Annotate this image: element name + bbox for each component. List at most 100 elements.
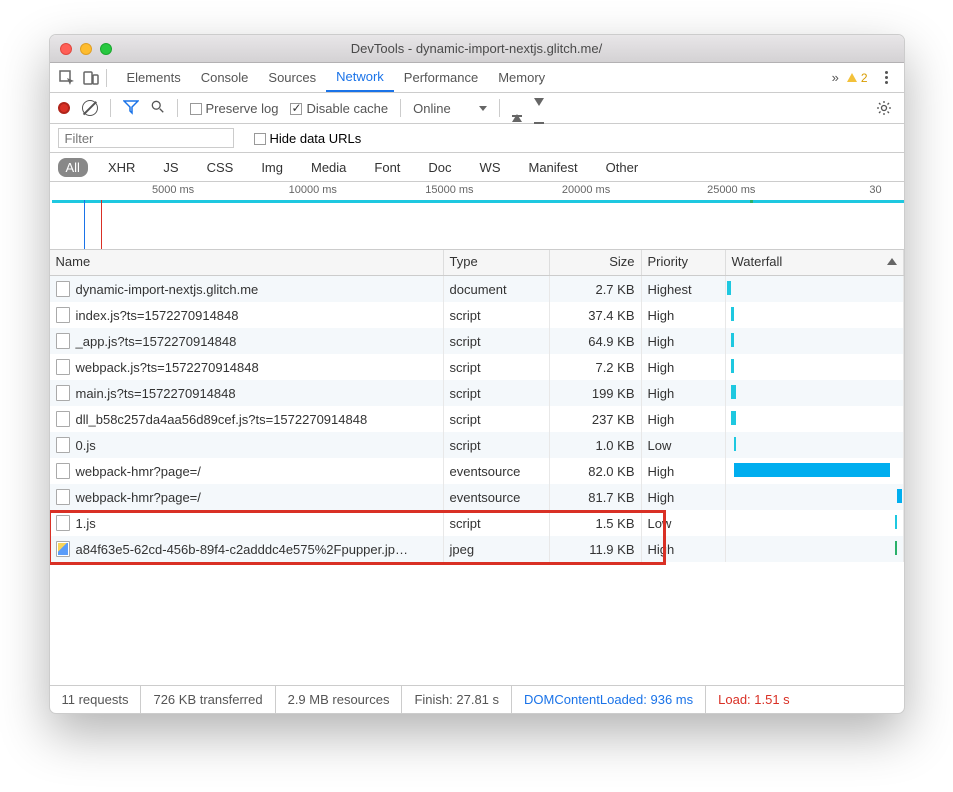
file-icon <box>56 281 70 297</box>
filter-types: All XHR JS CSS Img Media Font Doc WS Manifest Othe… <box>50 153 904 182</box>
table-row[interactable]: index.js?ts=1572270914848script37.4 KBHi… <box>50 302 904 328</box>
tab-sources[interactable]: Sources <box>258 63 326 92</box>
table-row[interactable]: webpack-hmr?page=/eventsource81.7 KBHigh <box>50 484 904 510</box>
network-toolbar: Preserve log Disable cache Online <box>50 93 904 124</box>
request-name: _app.js?ts=1572270914848 <box>76 334 237 349</box>
file-icon <box>56 463 70 479</box>
inspect-element-icon[interactable] <box>58 69 76 87</box>
col-header-waterfall[interactable]: Waterfall <box>726 250 904 275</box>
request-name: dll_b58c257da4aa56d89cef.js?ts=157227091… <box>76 412 368 427</box>
table-row[interactable]: webpack.js?ts=1572270914848script7.2 KBH… <box>50 354 904 380</box>
request-priority: High <box>642 328 726 354</box>
tab-console[interactable]: Console <box>191 63 259 92</box>
filter-type-ws[interactable]: WS <box>472 158 509 177</box>
table-row[interactable]: 0.jsscript1.0 KBLow <box>50 432 904 458</box>
sort-indicator-icon <box>887 258 897 265</box>
waterfall-cell <box>726 354 904 380</box>
request-name: 1.js <box>76 516 96 531</box>
request-type: script <box>444 406 550 432</box>
filter-type-css[interactable]: CSS <box>199 158 242 177</box>
more-panels-icon[interactable]: » <box>824 70 847 85</box>
table-row[interactable]: a84f63e5-62cd-456b-89f4-c2adddc4e575%2Fp… <box>50 536 904 562</box>
request-name: webpack.js?ts=1572270914848 <box>76 360 259 375</box>
timeline-tick: 5000 ms <box>152 184 194 196</box>
clear-button[interactable] <box>82 100 98 116</box>
col-header-size[interactable]: Size <box>550 250 642 275</box>
status-resources: 2.9 MB resources <box>276 686 403 713</box>
record-button[interactable] <box>58 102 70 114</box>
table-row[interactable]: webpack-hmr?page=/ eventsource82.0 KBHigh <box>50 458 904 484</box>
timeline-tick: 20000 ms <box>562 184 610 196</box>
filter-type-other[interactable]: Other <box>598 158 647 177</box>
request-priority: Highest <box>642 276 726 302</box>
waterfall-cell <box>726 302 904 328</box>
disable-cache-checkbox[interactable]: Disable cache <box>290 101 388 116</box>
minimize-window-button[interactable] <box>80 43 92 55</box>
request-size: 199 KB <box>550 380 642 406</box>
request-size: 237 KB <box>550 406 642 432</box>
request-priority: High <box>642 458 726 484</box>
waterfall-cell <box>726 406 904 432</box>
filter-type-doc[interactable]: Doc <box>420 158 459 177</box>
waterfall-cell <box>726 432 904 458</box>
filter-type-media[interactable]: Media <box>303 158 354 177</box>
request-size: 11.9 KB <box>550 536 642 562</box>
upload-icon[interactable] <box>512 99 522 117</box>
tab-memory[interactable]: Memory <box>488 63 555 92</box>
request-size: 2.7 KB <box>550 276 642 302</box>
request-size: 1.5 KB <box>550 510 642 536</box>
waterfall-cell <box>726 328 904 354</box>
request-type: eventsource <box>444 458 550 484</box>
grid-body: dynamic-import-nextjs.glitch.medocument2… <box>50 276 904 685</box>
throttle-select[interactable]: Online <box>413 101 487 116</box>
tab-network[interactable]: Network <box>326 63 394 92</box>
col-header-type[interactable]: Type <box>444 250 550 275</box>
request-type: script <box>444 328 550 354</box>
tab-performance[interactable]: Performance <box>394 63 488 92</box>
settings-menu-icon[interactable] <box>878 71 896 84</box>
timeline-overview[interactable]: 5000 ms10000 ms15000 ms20000 ms25000 ms3… <box>50 182 904 250</box>
table-row[interactable]: _app.js?ts=1572270914848script64.9 KBHig… <box>50 328 904 354</box>
filter-type-all[interactable]: All <box>58 158 88 177</box>
close-window-button[interactable] <box>60 43 72 55</box>
timeline-tick: 10000 ms <box>289 184 337 196</box>
file-icon <box>56 307 70 323</box>
request-grid: Name Type Size Priority Waterfall dynami… <box>50 250 904 685</box>
tab-elements[interactable]: Elements <box>117 63 191 92</box>
network-settings-icon[interactable] <box>876 100 892 116</box>
waterfall-cell <box>726 458 904 484</box>
request-priority: High <box>642 380 726 406</box>
request-priority: Low <box>642 510 726 536</box>
col-header-priority[interactable]: Priority <box>642 250 726 275</box>
device-toolbar-icon[interactable] <box>82 69 100 87</box>
status-dcl: DOMContentLoaded: 936 ms <box>512 686 706 713</box>
status-load: Load: 1.51 s <box>706 686 802 713</box>
search-icon[interactable] <box>151 100 165 117</box>
maximize-window-button[interactable] <box>100 43 112 55</box>
filter-type-img[interactable]: Img <box>253 158 291 177</box>
request-size: 81.7 KB <box>550 484 642 510</box>
request-size: 7.2 KB <box>550 354 642 380</box>
col-header-name[interactable]: Name <box>50 250 444 275</box>
preserve-log-checkbox[interactable]: Preserve log <box>190 101 279 116</box>
table-row[interactable]: dynamic-import-nextjs.glitch.medocument2… <box>50 276 904 302</box>
table-row[interactable]: 1.jsscript1.5 KBLow <box>50 510 904 536</box>
warning-icon <box>847 73 857 82</box>
request-size: 82.0 KB <box>550 458 642 484</box>
waterfall-cell <box>726 276 904 302</box>
table-row[interactable]: main.js?ts=1572270914848script199 KBHigh <box>50 380 904 406</box>
waterfall-cell <box>726 484 904 510</box>
filter-input[interactable] <box>58 128 234 148</box>
request-size: 37.4 KB <box>550 302 642 328</box>
filter-type-font[interactable]: Font <box>366 158 408 177</box>
download-icon[interactable] <box>534 106 544 111</box>
filter-type-xhr[interactable]: XHR <box>100 158 143 177</box>
filter-toggle-icon[interactable] <box>123 99 139 118</box>
table-row[interactable]: dll_b58c257da4aa56d89cef.js?ts=157227091… <box>50 406 904 432</box>
filter-type-js[interactable]: JS <box>155 158 186 177</box>
timeline-tick: 25000 ms <box>707 184 755 196</box>
hide-data-urls-checkbox[interactable]: Hide data URLs <box>254 131 362 146</box>
filter-type-manifest[interactable]: Manifest <box>521 158 586 177</box>
warning-badge[interactable]: 2 <box>847 71 868 85</box>
request-name: webpack-hmr?page=/ <box>76 464 201 479</box>
